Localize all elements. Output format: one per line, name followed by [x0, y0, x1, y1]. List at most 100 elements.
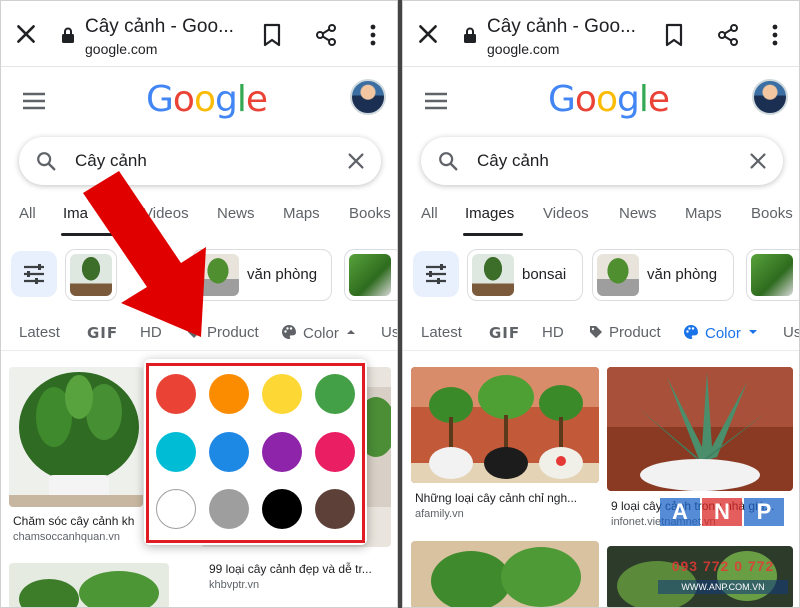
watermark-letter: N: [702, 498, 742, 526]
filter-usage[interactable]: Us: [381, 324, 397, 341]
chip-bonsai[interactable]: bonsai: [467, 249, 583, 301]
filter-color[interactable]: Color: [281, 324, 357, 342]
palette-icon: [282, 325, 296, 339]
tab-images[interactable]: Images: [465, 205, 514, 222]
color-swatch-purple[interactable]: [262, 432, 302, 472]
color-swatch-gray[interactable]: [209, 489, 249, 529]
filter-gif[interactable]: GIF: [489, 324, 520, 342]
tab-videos[interactable]: Videos: [143, 205, 189, 222]
page-title: Cây cảnh - Goo...: [85, 16, 234, 37]
chip-van-phong[interactable]: văn phòng: [192, 249, 332, 301]
chip-label: văn phòng: [647, 266, 718, 283]
chip-more[interactable]: [746, 249, 799, 301]
chip-more[interactable]: [344, 249, 397, 301]
filter-gif[interactable]: GIF: [87, 324, 118, 342]
clear-icon[interactable]: [345, 150, 367, 172]
search-input[interactable]: Cây cảnh: [75, 151, 147, 171]
watermark-site: WWW.ANP.COM.VN: [658, 580, 788, 594]
filter-product[interactable]: Product: [589, 324, 661, 341]
close-icon[interactable]: [13, 21, 39, 47]
filter-hd[interactable]: HD: [542, 324, 564, 341]
avatar[interactable]: [752, 79, 788, 115]
search-box[interactable]: Cây cảnh: [421, 137, 783, 185]
tab-maps[interactable]: Maps: [685, 205, 722, 222]
chip-label: bonsai: [522, 266, 567, 283]
tab-all[interactable]: All: [19, 205, 36, 222]
search-icon: [37, 152, 56, 171]
result-image[interactable]: [607, 367, 793, 491]
tag-icon: [590, 326, 602, 338]
bookmark-icon[interactable]: [262, 23, 282, 47]
share-icon[interactable]: [716, 23, 740, 47]
caret-up-icon: [346, 330, 355, 334]
color-swatch-orange[interactable]: [209, 374, 249, 414]
color-swatch-green[interactable]: [315, 374, 355, 414]
aloe-vera-image: [607, 367, 793, 491]
image-filter-bar: Latest GIF HD Product Color Us: [403, 315, 799, 351]
share-icon[interactable]: [314, 23, 338, 47]
close-icon[interactable]: [415, 21, 441, 47]
filter-settings-button[interactable]: [11, 251, 57, 297]
color-swatch-yellow[interactable]: [262, 374, 302, 414]
result-image[interactable]: [9, 367, 143, 507]
result-image[interactable]: [9, 563, 169, 607]
result-caption[interactable]: 99 loại cây cảnh đẹp và dễ tr...: [209, 562, 389, 576]
filter-latest[interactable]: Latest: [421, 324, 462, 341]
result-source: chamsoccanhquan.vn: [13, 531, 121, 543]
tab-books[interactable]: Books: [349, 205, 391, 222]
tab-news[interactable]: News: [619, 205, 657, 222]
tune-icon: [24, 264, 44, 284]
left-screenshot-panel: Cây cảnh - Goo... google.com Google Cây …: [0, 0, 398, 608]
caret-down-icon: [748, 330, 757, 334]
filter-product[interactable]: Product: [187, 324, 259, 341]
avatar[interactable]: [350, 79, 386, 115]
result-image[interactable]: [411, 367, 599, 483]
search-tabs: All Images Videos News Maps Books: [403, 197, 799, 237]
clear-icon[interactable]: [747, 150, 769, 172]
color-swatch-brown[interactable]: [315, 489, 355, 529]
tab-books[interactable]: Books: [751, 205, 793, 222]
tab-news[interactable]: News: [217, 205, 255, 222]
filter-usage[interactable]: Us: [783, 324, 799, 341]
color-swatch-teal[interactable]: [156, 432, 196, 472]
filter-settings-button[interactable]: [413, 251, 459, 297]
color-swatch-pink[interactable]: [315, 432, 355, 472]
filter-hd[interactable]: HD: [140, 324, 162, 341]
filter-product-label: Product: [207, 324, 259, 341]
result-source: khbvptr.vn: [209, 579, 260, 591]
lock-icon: [464, 27, 476, 43]
watermark-letter: P: [744, 498, 784, 526]
palette-icon: [684, 325, 698, 339]
page-url: google.com: [85, 41, 158, 57]
filter-latest[interactable]: Latest: [19, 324, 60, 341]
watermark-phone: 093 772 0 772: [671, 558, 775, 574]
result-image[interactable]: [411, 541, 599, 607]
color-swatch-black[interactable]: [262, 489, 302, 529]
color-swatch-blue[interactable]: [209, 432, 249, 472]
chip-van-phong[interactable]: văn phòng: [592, 249, 734, 301]
result-caption[interactable]: Những loại cây cảnh chỉ ngh...: [415, 491, 599, 505]
related-chips: văn phòng: [1, 247, 397, 303]
tab-images[interactable]: Ima: [63, 205, 88, 222]
search-box[interactable]: Cây cảnh: [19, 137, 381, 185]
active-tab-indicator: [463, 233, 523, 236]
more-vert-icon[interactable]: [363, 23, 383, 47]
google-logo: Google: [146, 79, 268, 120]
result-caption[interactable]: Chăm sóc cây cảnh kh: [13, 514, 143, 528]
hamburger-menu-icon[interactable]: [21, 91, 47, 111]
filter-color[interactable]: Color: [683, 324, 759, 342]
result-source: afamily.vn: [415, 508, 464, 520]
search-input[interactable]: Cây cảnh: [477, 151, 549, 171]
tab-all[interactable]: All: [421, 205, 438, 222]
tag-icon: [188, 326, 200, 338]
color-swatch-white[interactable]: [156, 489, 196, 529]
chip-thumbnail: [597, 254, 639, 296]
chip-bonsai[interactable]: [65, 249, 117, 301]
color-swatch-red[interactable]: [156, 374, 196, 414]
bookmark-icon[interactable]: [664, 23, 684, 47]
tab-maps[interactable]: Maps: [283, 205, 320, 222]
watermark-camera-text: CAMERA: [728, 538, 763, 547]
hamburger-menu-icon[interactable]: [423, 91, 449, 111]
more-vert-icon[interactable]: [765, 23, 785, 47]
tab-videos[interactable]: Videos: [543, 205, 589, 222]
